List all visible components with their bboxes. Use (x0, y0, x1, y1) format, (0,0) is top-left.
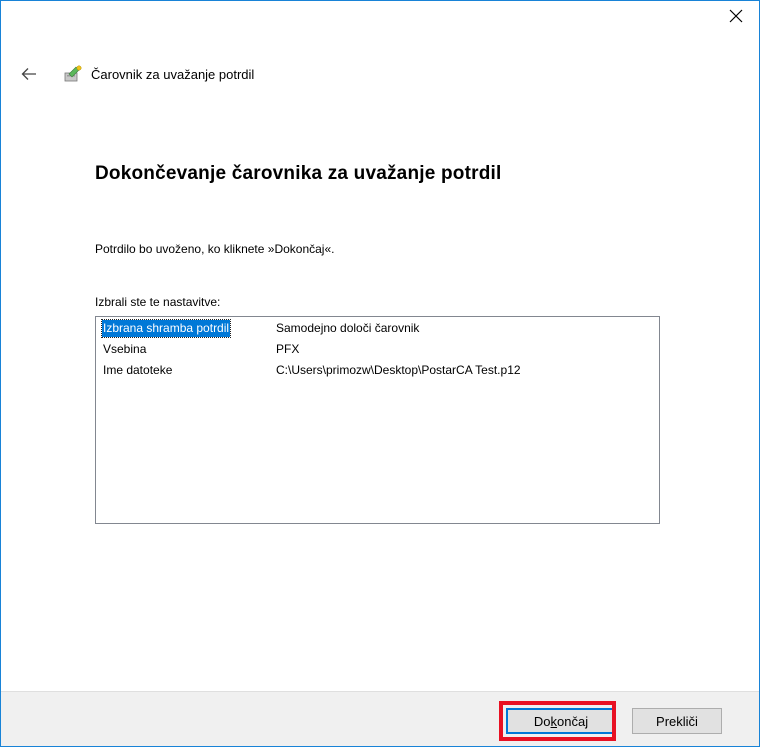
cancel-button[interactable]: Prekliči (632, 708, 722, 734)
page-heading: Dokončevanje čarovnika za uvažanje potrd… (95, 163, 502, 184)
info-text: Potrdilo bo uvoženo, ko kliknete »Dokonč… (95, 242, 335, 256)
close-button[interactable] (713, 1, 759, 31)
setting-value: C:\Users\primozw\Desktop\PostarCA Test.p… (276, 363, 521, 377)
back-button[interactable] (19, 64, 39, 84)
back-arrow-icon (21, 68, 36, 80)
settings-list[interactable]: Izbrana shramba potrdil Samodejno določi… (95, 316, 660, 524)
settings-row[interactable]: Izbrana shramba potrdil Samodejno določi… (96, 317, 659, 338)
finish-button[interactable]: Do k ončaj (506, 708, 616, 734)
wizard-footer: Do k ončaj Prekliči (1, 691, 759, 746)
finish-label-post: ončaj (557, 713, 589, 729)
setting-value: Samodejno določi čarovnik (276, 321, 420, 335)
wizard-nav: Čarovnik za uvažanje potrdil (19, 62, 254, 86)
finish-label-pre: Do (533, 713, 551, 729)
setting-name: Izbrana shramba potrdil (100, 319, 232, 338)
settings-row[interactable]: Vsebina PFX (96, 338, 659, 359)
close-icon (729, 9, 743, 23)
wizard-title: Čarovnik za uvažanje potrdil (91, 66, 255, 82)
settings-label: Izbrali ste te nastavitve: (95, 295, 221, 309)
setting-name: Ime datoteke (103, 363, 173, 377)
certificate-wizard-icon (63, 64, 83, 84)
setting-value: PFX (276, 342, 300, 356)
settings-row[interactable]: Ime datoteke C:\Users\primozw\Desktop\Po… (96, 359, 659, 380)
setting-name: Vsebina (103, 342, 147, 356)
wizard-window: Čarovnik za uvažanje potrdil Dokončevanj… (0, 0, 760, 747)
